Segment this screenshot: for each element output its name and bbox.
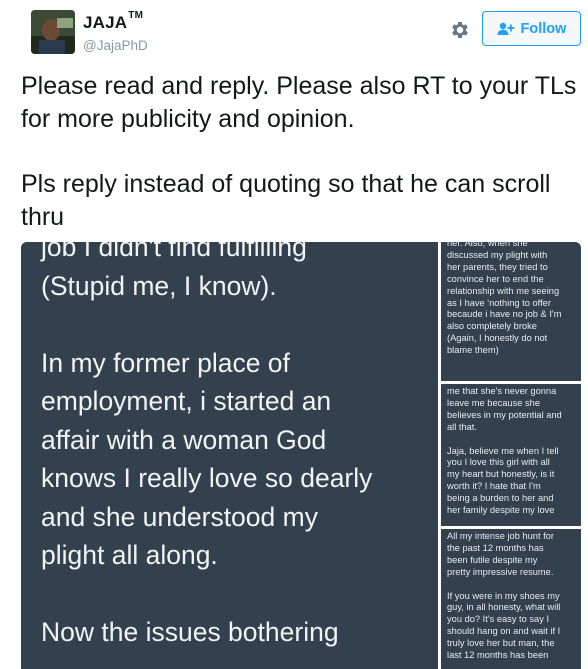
screenshot-text-side-2: me that she's never gonna leave me becau…: [447, 386, 562, 516]
media-photo-main[interactable]: job I didn't find fulfilling (Stupid me,…: [21, 242, 438, 669]
add-user-icon: [497, 22, 515, 36]
tweet-header: JAJATM @JajaPhD Follow: [0, 0, 588, 70]
media-photo-side-2[interactable]: me that she's never gonna leave me becau…: [441, 384, 581, 526]
user-handle[interactable]: @JajaPhD: [83, 38, 148, 53]
avatar[interactable]: [31, 10, 75, 54]
follow-label: Follow: [520, 20, 567, 37]
tweet-paragraph-2: Pls reply instead of quoting so that he …: [21, 170, 551, 231]
media-photo-side-3[interactable]: All my intense job hunt for the past 12 …: [441, 529, 581, 669]
gear-icon[interactable]: [449, 19, 471, 41]
screenshot-text-main: job I didn't find fulfilling (Stupid me,…: [41, 242, 373, 647]
screenshot-text-side-1: her. Also, when she discussed my plight …: [447, 242, 562, 356]
trademark-badge: TM: [128, 10, 144, 22]
screenshot-text-side-3: All my intense job hunt for the past 12 …: [447, 531, 561, 661]
media-photo-side-1[interactable]: her. Also, when she discussed my plight …: [441, 242, 581, 381]
tweet-body: Please read and reply. Please also RT to…: [21, 70, 581, 266]
follow-button[interactable]: Follow: [482, 11, 581, 46]
display-name[interactable]: JAJATM: [83, 10, 144, 33]
tweet-paragraph-1: Please read and reply. Please also RT to…: [21, 72, 577, 133]
media-grid: job I didn't find fulfilling (Stupid me,…: [21, 242, 581, 669]
